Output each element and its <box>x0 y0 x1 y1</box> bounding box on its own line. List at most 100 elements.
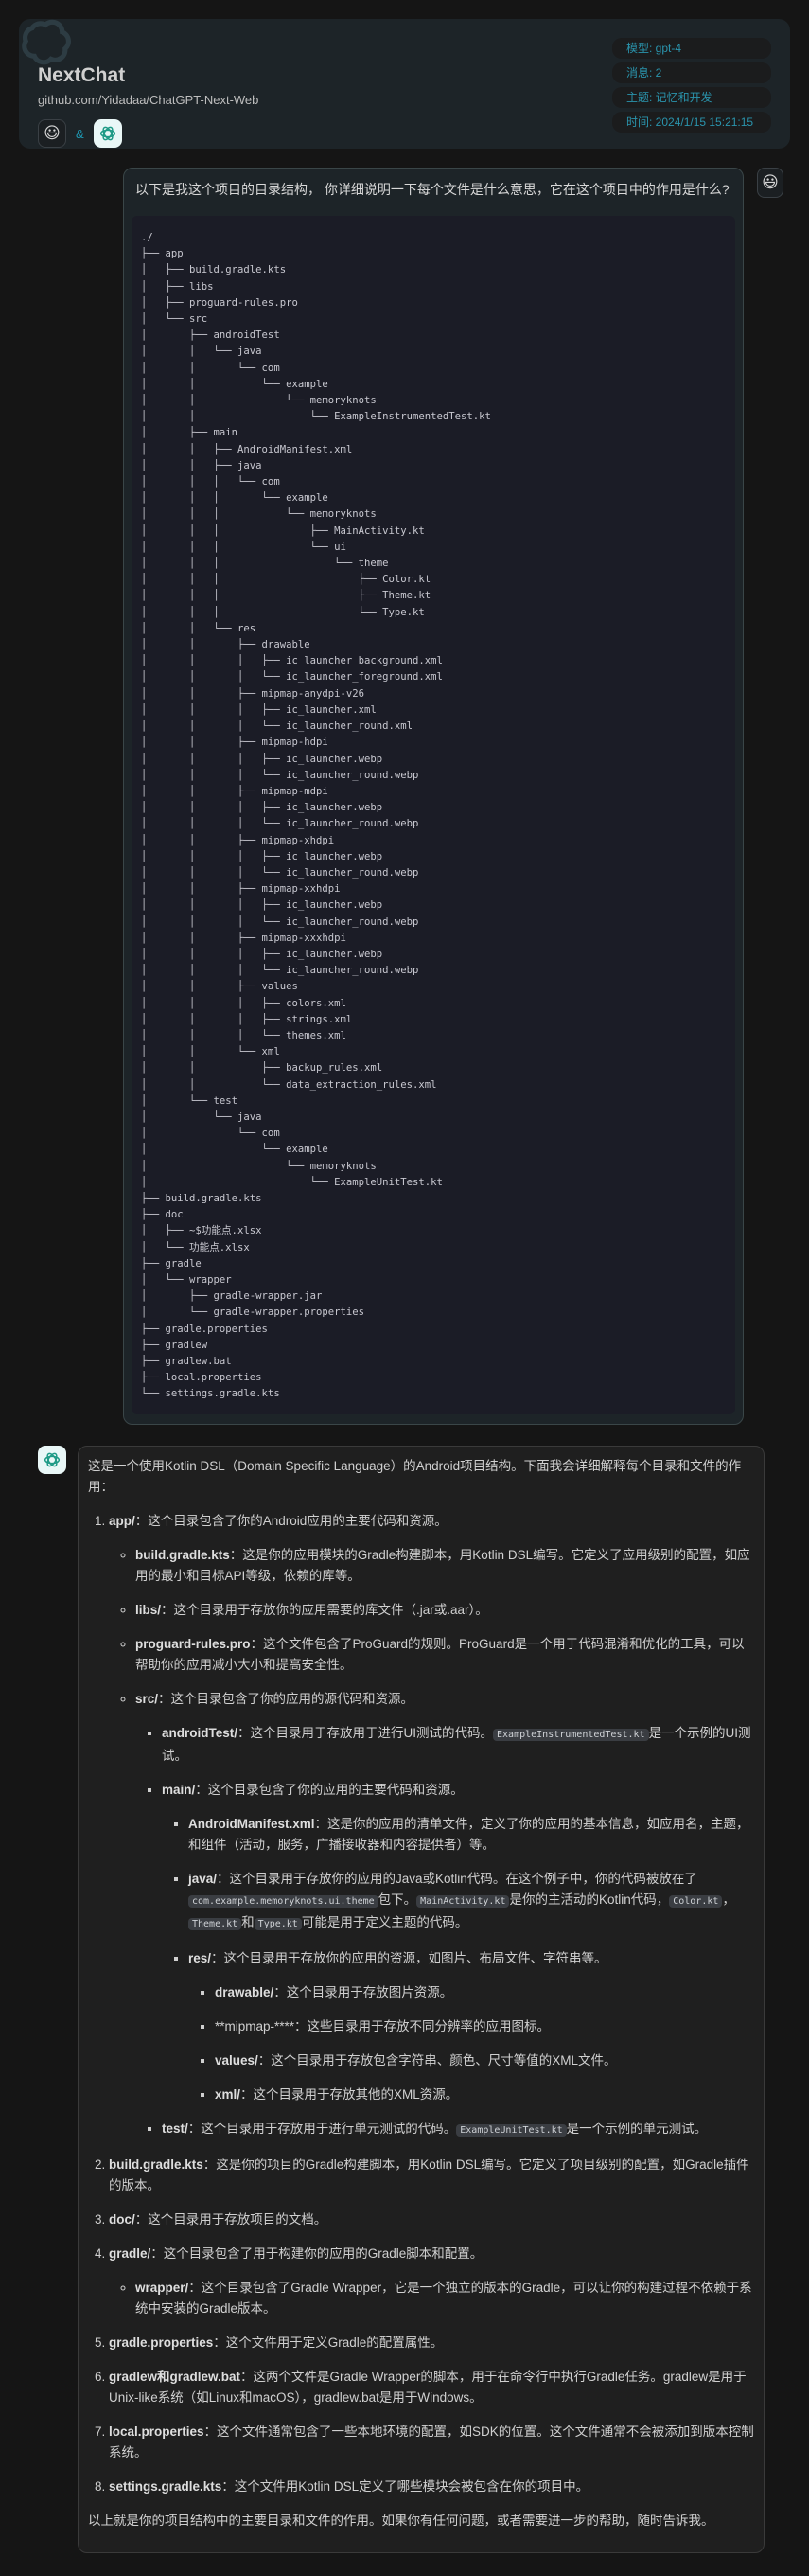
list-item-gradlew: gradlew和gradlew.bat：这两个文件是Gradle Wrapper… <box>109 2367 754 2408</box>
list-item: values/：这个目录用于存放包含字符串、颜色、尺寸等值的XML文件。 <box>215 2051 754 2071</box>
bot-outro: 以上就是你的项目结构中的主要目录和文件的作用。如果你有任何问题，或者需要进一步的… <box>88 2513 714 2528</box>
item-name: drawable/ <box>215 1984 274 1999</box>
chat-header: NextChat github.com/Yidadaa/ChatGPT-Next… <box>19 19 790 149</box>
item-text: ， <box>722 1892 735 1907</box>
list-item: androidTest/：这个目录用于存放用于进行UI测试的代码。Example… <box>162 1723 754 1767</box>
list-item: AndroidManifest.xml：这是你的应用的清单文件，定义了你的应用的… <box>188 1814 754 1856</box>
app-title: NextChat <box>38 64 126 86</box>
list-item: build.gradle.kts：这是你的应用模块的Gradle构建脚本，用Ko… <box>135 1545 754 1587</box>
src-sublist: androidTest/：这个目录用于存放用于进行UI测试的代码。Example… <box>135 1723 754 2141</box>
inline-code: com.example.memoryknots.ui.theme <box>188 1894 378 1908</box>
item-name: test/ <box>162 2121 188 2136</box>
gradle-sublist: wrapper/：这个目录包含了Gradle Wrapper，它是一个独立的版本… <box>109 2278 754 2319</box>
item-text: ：这个文件用Kotlin DSL定义了哪些模块会被包含在你的项目中。 <box>221 2478 589 2494</box>
meta-message-count: 消息: 2 <box>612 62 771 83</box>
item-text: 和 <box>241 1914 255 1929</box>
openai-logo-icon <box>44 1452 61 1466</box>
item-text: ：这个目录包含了你的Android应用的主要代码和资源。 <box>134 1513 448 1528</box>
item-name: values/ <box>215 2052 258 2068</box>
item-text: ：这个目录用于存放用于进行UI测试的代码。 <box>237 1725 494 1740</box>
item-text: ：这个目录用于存放你的应用需要的库文件（.jar或.aar）。 <box>161 1602 488 1617</box>
item-name: xml/ <box>215 2087 241 2102</box>
list-item-gradle: gradle/：这个目录包含了用于构建你的应用的Gradle脚本和配置。 wra… <box>109 2244 754 2319</box>
user-bubble: 以下是我这个项目的目录结构， 你详细说明一下每个文件是什么意思，它在这个项目中的… <box>123 168 744 1425</box>
inline-code: ExampleInstrumentedTest.kt <box>493 1728 649 1741</box>
ampersand: & <box>76 126 84 141</box>
item-name: gradle/ <box>109 2246 151 2261</box>
inline-code: ExampleUnitTest.kt <box>456 2123 567 2137</box>
list-item-doc: doc/：这个目录用于存放项目的文档。 <box>109 2210 754 2230</box>
meta-time: 时间: 2024/1/15 15:21:15 <box>612 112 771 133</box>
inline-code: Type.kt <box>254 1917 302 1930</box>
item-text: ：这个目录用于存放你的应用的Java或Kotlin代码。在这个例子中，你的代码被… <box>217 1871 697 1886</box>
item-text: ：这个目录包含了Gradle Wrapper，它是一个独立的版本的Gradle，… <box>135 2280 752 2316</box>
top-level-list: app/：这个目录包含了你的Android应用的主要代码和资源。 build.g… <box>88 1511 754 2497</box>
chat-meta: 模型: gpt-4 消息: 2 主题: 记忆和开发 时间: 2024/1/15 … <box>612 38 771 136</box>
bot-avatar <box>93 119 122 148</box>
item-text: ：这个目录用于存放其他的XML资源。 <box>240 2087 459 2102</box>
item-text: ：这个目录用于存放你的应用的资源，如图片、布局文件、字符串等。 <box>211 1950 607 1965</box>
item-name: build.gradle.kts <box>109 2157 203 2172</box>
item-name: AndroidManifest.xml <box>188 1816 315 1831</box>
item-name: proguard-rules.pro <box>135 1636 251 1651</box>
item-text: ：这个文件用于定义Gradle的配置属性。 <box>213 2335 444 2350</box>
participants: 😃 & <box>38 119 122 148</box>
list-item: wrapper/：这个目录包含了Gradle Wrapper，它是一个独立的版本… <box>135 2278 754 2319</box>
bot-message: 这是一个使用Kotlin DSL（Domain Specific Languag… <box>19 1445 790 2553</box>
item-name: wrapper/ <box>135 2280 189 2295</box>
item-name: doc/ <box>109 2212 135 2227</box>
inline-code: MainActivity.kt <box>416 1894 510 1908</box>
list-item-local-properties: local.properties：这个文件通常包含了一些本地环境的配置，如SDK… <box>109 2422 754 2463</box>
item-name: androidTest/ <box>162 1725 238 1740</box>
item-text: ：这个目录用于存放图片资源。 <box>273 1984 453 1999</box>
bot-message-avatar <box>38 1445 66 2553</box>
item-text: 可能是用于定义主题的代码。 <box>301 1914 468 1929</box>
smiley-emoji-icon: 😃 <box>762 173 779 191</box>
item-text: ：这些目录用于存放不同分辨率的应用图标。 <box>294 2018 551 2034</box>
bot-intro: 这是一个使用Kotlin DSL（Domain Specific Languag… <box>88 1458 742 1494</box>
user-question: 以下是我这个项目的目录结构， 你详细说明一下每个文件是什么意思，它在这个项目中的… <box>135 182 730 197</box>
list-item: test/：这个目录用于存放用于进行单元测试的代码。ExampleUnitTes… <box>162 2119 754 2141</box>
item-name: settings.gradle.kts <box>109 2478 222 2494</box>
item-name: build.gradle.kts <box>135 1547 230 1562</box>
user-message-avatar: 😃 <box>757 168 785 1425</box>
inline-code: Color.kt <box>669 1894 723 1908</box>
meta-topic: 主题: 记忆和开发 <box>612 87 771 108</box>
res-sublist: drawable/：这个目录用于存放图片资源。 **mipmap-****：这些… <box>188 1982 754 2105</box>
user-avatar: 😃 <box>757 168 783 198</box>
directory-tree-code-block: ./ ├── app │ ├── build.gradle.kts │ ├── … <box>132 216 735 1414</box>
item-name: gradlew和gradlew.bat <box>109 2369 241 2384</box>
item-name: main/ <box>162 1782 196 1797</box>
list-item: drawable/：这个目录用于存放图片资源。 <box>215 1982 754 2003</box>
app-sublist: build.gradle.kts：这是你的应用模块的Gradle构建脚本，用Ko… <box>109 1545 754 2141</box>
item-name: res/ <box>188 1950 212 1965</box>
bot-avatar <box>38 1445 66 1474</box>
item-text: 是一个示例的单元测试。 <box>566 2121 708 2136</box>
list-item: main/：这个目录包含了你的应用的主要代码和资源。 AndroidManife… <box>162 1780 754 2105</box>
list-item: proguard-rules.pro：这个文件包含了ProGuard的规则。Pr… <box>135 1634 754 1676</box>
item-name: **mipmap-**** <box>215 2018 295 2034</box>
item-text: ：这个目录用于存放项目的文档。 <box>134 2212 327 2227</box>
item-text: ：这个目录用于存放用于进行单元测试的代码。 <box>187 2121 457 2136</box>
openai-logo-icon <box>99 126 115 141</box>
list-item-app: app/：这个目录包含了你的Android应用的主要代码和资源。 build.g… <box>109 1511 754 2141</box>
main-sublist: AndroidManifest.xml：这是你的应用的清单文件，定义了你的应用的… <box>162 1814 754 2105</box>
list-item: src/：这个目录包含了你的应用的源代码和资源。 androidTest/：这个… <box>135 1689 754 2141</box>
bot-bubble: 这是一个使用Kotlin DSL（Domain Specific Languag… <box>78 1445 765 2553</box>
item-name: libs/ <box>135 1602 162 1617</box>
list-item: libs/：这个目录用于存放你的应用需要的库文件（.jar或.aar）。 <box>135 1600 754 1621</box>
list-item: xml/：这个目录用于存放其他的XML资源。 <box>215 2085 754 2105</box>
repo-link[interactable]: github.com/Yidadaa/ChatGPT-Next-Web <box>38 93 258 107</box>
item-text: ：这个目录包含了你的应用的源代码和资源。 <box>158 1691 414 1706</box>
item-text: ：这是你的项目的Gradle构建脚本，用Kotlin DSL编写。它定义了项目级… <box>109 2157 749 2193</box>
item-name: app/ <box>109 1513 135 1528</box>
item-text: ：这个文件通常包含了一些本地环境的配置，如SDK的位置。这个文件通常不会被添加到… <box>109 2424 754 2460</box>
item-name: java/ <box>188 1871 218 1886</box>
list-item: res/：这个目录用于存放你的应用的资源，如图片、布局文件、字符串等。 draw… <box>188 1948 754 2105</box>
chat-export-page: NextChat github.com/Yidadaa/ChatGPT-Next… <box>0 0 809 2572</box>
list-item-settings-gradle: settings.gradle.kts：这个文件用Kotlin DSL定义了哪些… <box>109 2477 754 2497</box>
inline-code: Theme.kt <box>188 1917 242 1930</box>
item-text: 是你的主活动的Kotlin代码， <box>509 1892 670 1907</box>
item-text: 包下。 <box>378 1892 417 1907</box>
user-message: 以下是我这个项目的目录结构， 你详细说明一下每个文件是什么意思，它在这个项目中的… <box>19 168 790 1425</box>
